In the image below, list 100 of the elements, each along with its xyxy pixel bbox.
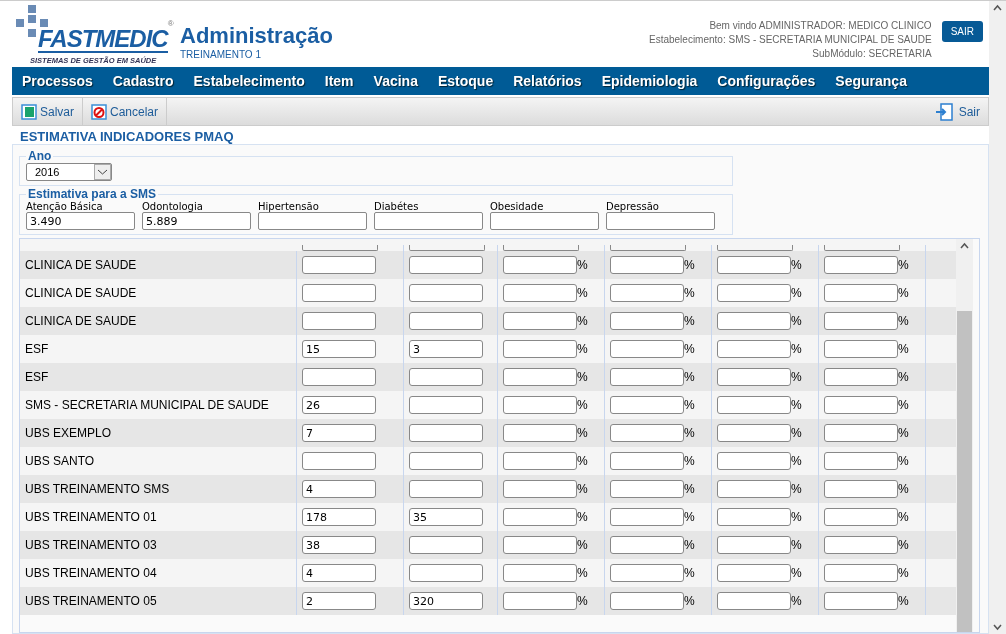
input-field[interactable]: 2 bbox=[302, 592, 376, 610]
input-field[interactable] bbox=[503, 424, 577, 442]
input-field[interactable] bbox=[717, 312, 791, 330]
input-field[interactable] bbox=[717, 340, 791, 358]
input-field[interactable] bbox=[610, 312, 684, 330]
input-field[interactable] bbox=[717, 508, 791, 526]
input-field[interactable] bbox=[503, 452, 577, 470]
input-field[interactable]: 35 bbox=[409, 508, 483, 526]
input-field[interactable] bbox=[824, 564, 898, 582]
input-field[interactable] bbox=[824, 424, 898, 442]
input-field[interactable] bbox=[824, 592, 898, 610]
save-button[interactable]: Salvar bbox=[13, 98, 83, 125]
input-field[interactable] bbox=[409, 256, 483, 274]
menu-item[interactable]: Epidemiologia bbox=[591, 73, 708, 89]
menu-item[interactable]: Estabelecimento bbox=[183, 73, 315, 89]
input-field[interactable] bbox=[824, 452, 898, 470]
input-field[interactable]: 15 bbox=[302, 340, 376, 358]
input-field[interactable] bbox=[409, 536, 483, 554]
input-field[interactable] bbox=[610, 256, 684, 274]
input-field[interactable] bbox=[503, 284, 577, 302]
input-field[interactable] bbox=[610, 480, 684, 498]
input-field[interactable] bbox=[717, 452, 791, 470]
input-field[interactable] bbox=[503, 480, 577, 498]
input-field[interactable] bbox=[503, 396, 577, 414]
input-field[interactable] bbox=[374, 212, 483, 230]
input-field[interactable] bbox=[824, 340, 898, 358]
input-field[interactable] bbox=[717, 368, 791, 386]
input-field[interactable] bbox=[409, 424, 483, 442]
input-field[interactable] bbox=[610, 508, 684, 526]
input-field[interactable] bbox=[302, 284, 376, 302]
input-field[interactable] bbox=[610, 340, 684, 358]
input-field[interactable]: 3.490 bbox=[26, 212, 135, 230]
input-field[interactable] bbox=[302, 256, 376, 274]
input-field[interactable] bbox=[717, 536, 791, 554]
input-field[interactable] bbox=[302, 368, 376, 386]
input-field[interactable] bbox=[503, 368, 577, 386]
input-field[interactable] bbox=[503, 564, 577, 582]
input-field[interactable] bbox=[824, 536, 898, 554]
input-field[interactable] bbox=[824, 256, 898, 274]
input-field[interactable]: 38 bbox=[302, 536, 376, 554]
input-field[interactable] bbox=[717, 564, 791, 582]
year-dropdown[interactable]: 2016 bbox=[26, 163, 112, 181]
input-field[interactable] bbox=[409, 396, 483, 414]
input-field[interactable]: 178 bbox=[302, 508, 376, 526]
input-field[interactable] bbox=[503, 256, 577, 274]
input-field[interactable]: 26 bbox=[302, 396, 376, 414]
menu-item[interactable]: Estoque bbox=[427, 73, 504, 89]
input-field[interactable] bbox=[824, 508, 898, 526]
input-field[interactable] bbox=[824, 284, 898, 302]
exit-button[interactable]: Sair bbox=[926, 98, 988, 125]
input-field[interactable] bbox=[717, 424, 791, 442]
input-field[interactable] bbox=[258, 212, 367, 230]
menu-item[interactable]: Vacina bbox=[363, 73, 428, 89]
input-field[interactable] bbox=[610, 452, 684, 470]
input-field[interactable] bbox=[824, 480, 898, 498]
input-field[interactable] bbox=[717, 480, 791, 498]
input-field[interactable] bbox=[503, 508, 577, 526]
input-field[interactable]: 7 bbox=[302, 424, 376, 442]
menu-item[interactable]: Configurações bbox=[707, 73, 826, 89]
input-field[interactable] bbox=[503, 592, 577, 610]
input-field[interactable] bbox=[824, 396, 898, 414]
input-field[interactable] bbox=[302, 452, 376, 470]
input-field[interactable] bbox=[610, 592, 684, 610]
input-field[interactable]: 5.889 bbox=[142, 212, 251, 230]
input-field[interactable]: 320 bbox=[409, 592, 483, 610]
input-field[interactable] bbox=[409, 564, 483, 582]
input-field[interactable] bbox=[717, 284, 791, 302]
menu-item[interactable]: Cadastro bbox=[102, 73, 184, 89]
input-field[interactable] bbox=[503, 312, 577, 330]
input-field[interactable] bbox=[302, 312, 376, 330]
menu-item[interactable]: Item bbox=[314, 73, 364, 89]
input-field[interactable] bbox=[610, 536, 684, 554]
input-field[interactable] bbox=[824, 368, 898, 386]
input-field[interactable] bbox=[606, 212, 715, 230]
input-field[interactable] bbox=[717, 256, 791, 274]
input-field[interactable]: 4 bbox=[302, 480, 376, 498]
input-field[interactable] bbox=[610, 284, 684, 302]
input-field[interactable] bbox=[409, 452, 483, 470]
input-field[interactable] bbox=[717, 592, 791, 610]
input-field[interactable] bbox=[409, 480, 483, 498]
input-field[interactable] bbox=[503, 536, 577, 554]
menu-item[interactable]: Processos bbox=[12, 73, 103, 89]
menu-item[interactable]: Segurança bbox=[825, 73, 917, 89]
input-field[interactable] bbox=[610, 368, 684, 386]
logout-button[interactable]: SAIR bbox=[941, 21, 983, 42]
scrollbar[interactable] bbox=[956, 239, 973, 632]
cancel-button[interactable]: Cancelar bbox=[83, 98, 168, 125]
input-field[interactable] bbox=[824, 312, 898, 330]
input-field[interactable] bbox=[409, 284, 483, 302]
input-field[interactable] bbox=[490, 212, 599, 230]
menu-item[interactable]: Relatórios bbox=[503, 73, 592, 89]
input-field[interactable]: 3 bbox=[409, 340, 483, 358]
input-field[interactable] bbox=[503, 340, 577, 358]
input-field[interactable] bbox=[610, 424, 684, 442]
input-field[interactable] bbox=[409, 368, 483, 386]
input-field[interactable] bbox=[717, 396, 791, 414]
input-field[interactable] bbox=[409, 312, 483, 330]
input-field[interactable]: 4 bbox=[302, 564, 376, 582]
input-field[interactable] bbox=[610, 564, 684, 582]
input-field[interactable] bbox=[610, 396, 684, 414]
